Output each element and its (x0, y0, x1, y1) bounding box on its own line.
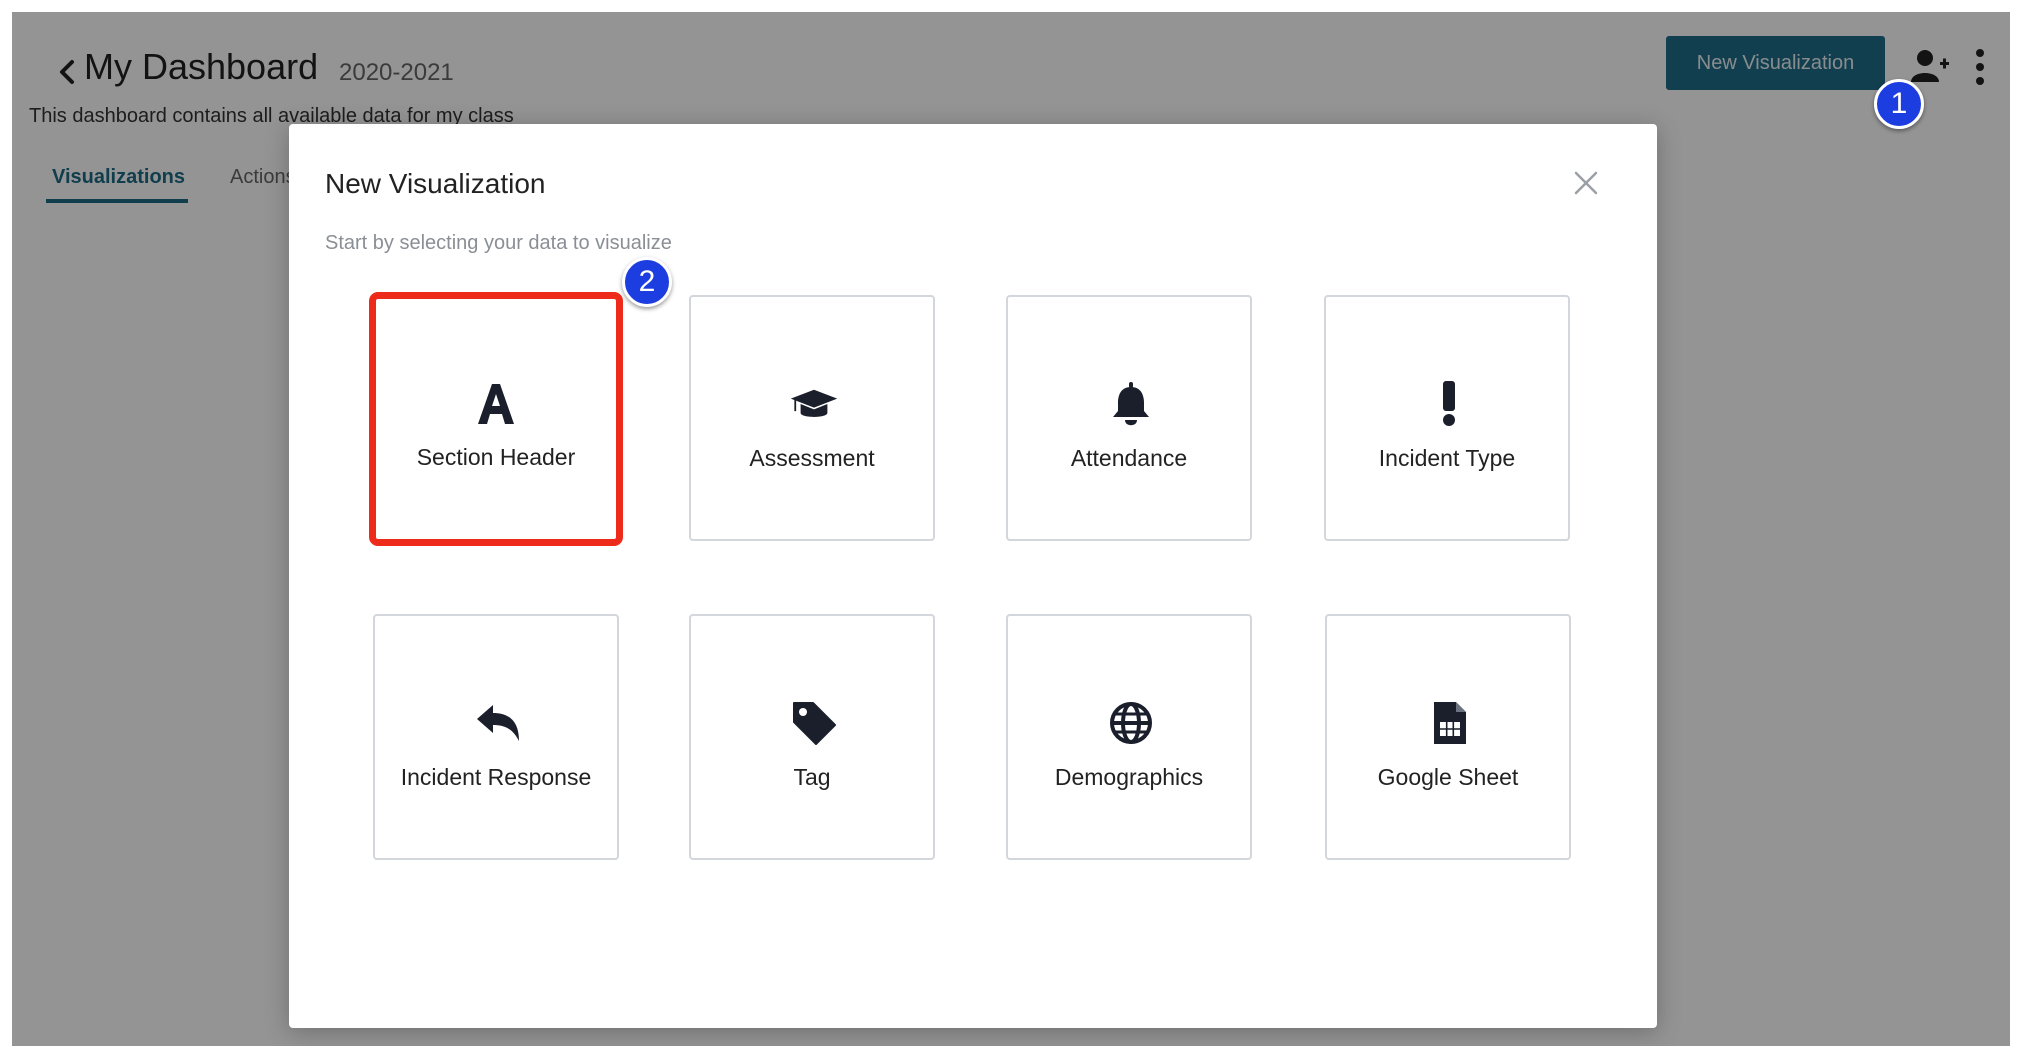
option-section-header[interactable]: Section Header (369, 292, 623, 546)
option-incident-type[interactable]: Incident Type (1324, 295, 1570, 541)
option-label: Attendance (1070, 445, 1188, 471)
new-visualization-modal: New Visualization Start by selecting you… (289, 124, 1657, 1028)
option-label: Section Header (416, 444, 576, 470)
option-label: Incident Response (400, 764, 592, 790)
option-incident-response[interactable]: Incident Response (373, 614, 619, 860)
option-tag[interactable]: Tag (689, 614, 935, 860)
option-label: Demographics (1054, 764, 1204, 790)
option-google-sheet[interactable]: Google Sheet (1325, 614, 1571, 860)
step-marker-2: 2 (622, 257, 672, 307)
letter-a-icon (471, 378, 521, 428)
option-demographics[interactable]: Demographics (1006, 614, 1252, 860)
app-window: My Dashboard 2020-2021 This dashboard co… (12, 12, 2010, 1046)
step-marker-1: 1 (1874, 79, 1924, 129)
spreadsheet-file-icon (1425, 698, 1475, 748)
option-attendance[interactable]: Attendance (1006, 295, 1252, 541)
option-label: Assessment (749, 445, 875, 471)
option-label: Incident Type (1378, 445, 1516, 471)
option-label: Google Sheet (1377, 764, 1519, 790)
option-label: Tag (793, 764, 831, 790)
globe-icon (1106, 698, 1156, 748)
graduation-cap-icon (789, 379, 839, 429)
reply-arrow-icon (473, 698, 523, 748)
modal-title: New Visualization (325, 168, 546, 199)
option-assessment[interactable]: Assessment (689, 295, 935, 541)
exclamation-icon (1424, 379, 1474, 429)
tag-icon (789, 698, 839, 748)
bell-icon (1106, 379, 1156, 429)
close-icon[interactable] (1571, 168, 1601, 198)
modal-subtitle: Start by selecting your data to visualiz… (325, 232, 672, 254)
